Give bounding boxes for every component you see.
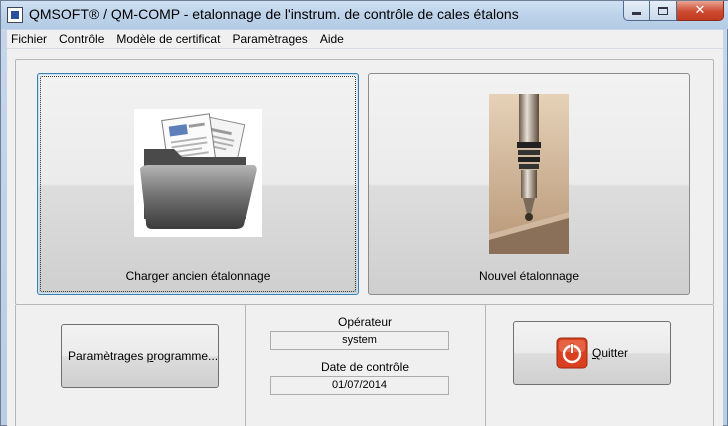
close-icon: ✕ (694, 3, 706, 18)
app-icon[interactable] (7, 7, 23, 23)
power-icon (556, 337, 588, 369)
quit-button[interactable]: Quitter (513, 321, 671, 385)
quit-label: Quitter (591, 346, 629, 360)
maximize-button[interactable] (650, 1, 677, 21)
window-title: QMSOFT® / QM-COMP - etalonnage de l'inst… (29, 6, 519, 22)
actions-group: Charger ancien étalonnage Nouvel étalonn… (15, 59, 714, 305)
menu-fichier[interactable]: Fichier (7, 30, 53, 49)
menu-controle[interactable]: Contrôle (53, 30, 110, 49)
window-controls: ✕ (623, 1, 724, 21)
program-settings-label: Paramètrages programme... (67, 349, 219, 363)
app-window: QMSOFT® / QM-COMP - etalonnage de l'inst… (0, 0, 728, 426)
minimize-icon (632, 12, 641, 15)
minimize-button[interactable] (623, 1, 650, 21)
menu-modele-certificat[interactable]: Modèle de certificat (110, 30, 226, 49)
new-calibration-button[interactable]: Nouvel étalonnage (368, 73, 690, 295)
info-group: Paramètrages programme... Opérateur syst… (15, 305, 714, 426)
load-calibration-label: Charger ancien étalonnage (125, 269, 271, 283)
measuring-probe-icon (489, 94, 569, 254)
client-area: Charger ancien étalonnage Nouvel étalonn… (7, 49, 723, 426)
load-calibration-button[interactable]: Charger ancien étalonnage (37, 73, 359, 295)
menu-aide[interactable]: Aide (314, 30, 350, 49)
folder-documents-icon (134, 109, 262, 237)
info-panel: Opérateur system Date de contrôle 01/07/… (245, 305, 485, 426)
program-settings-button[interactable]: Paramètrages programme... (61, 324, 219, 388)
date-label: Date de contrôle (320, 360, 410, 374)
title-bar[interactable]: QMSOFT® / QM-COMP - etalonnage de l'inst… (1, 1, 728, 29)
close-button[interactable]: ✕ (677, 1, 724, 21)
divider (485, 305, 486, 426)
operator-field: system (270, 331, 449, 350)
menu-bar: Fichier Contrôle Modèle de certificat Pa… (7, 30, 723, 49)
date-field: 01/07/2014 (270, 376, 449, 395)
operator-label: Opérateur (337, 315, 393, 329)
new-calibration-label: Nouvel étalonnage (478, 269, 580, 283)
maximize-icon (658, 6, 668, 15)
menu-parametrages[interactable]: Paramètrages (226, 30, 313, 49)
